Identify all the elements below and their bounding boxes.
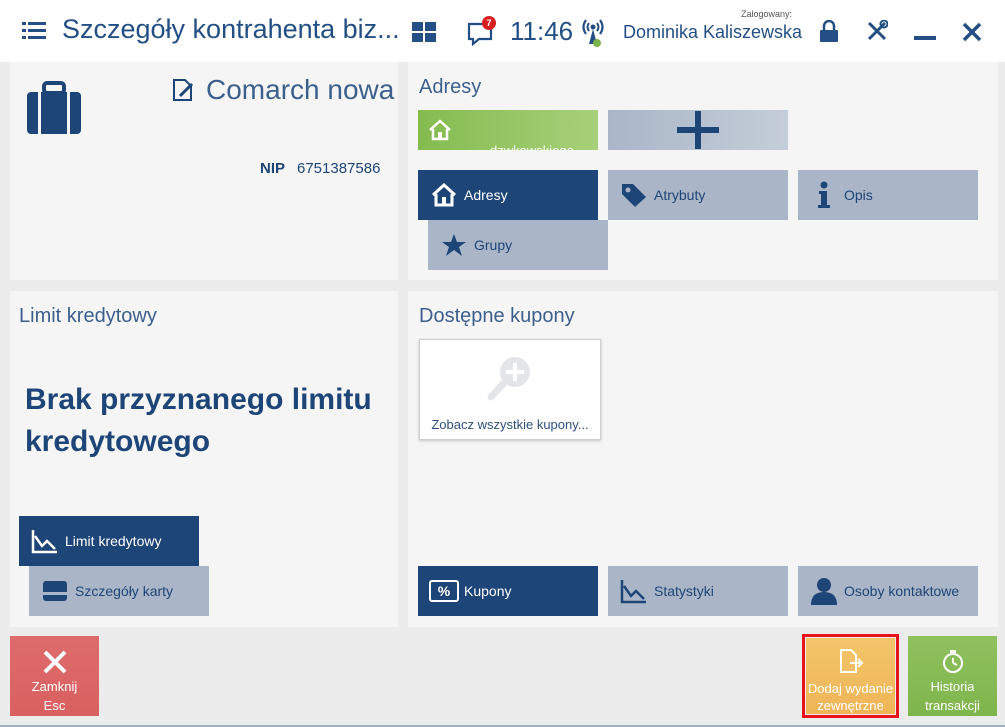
page-title: Szczegóły kontrahenta biz...	[62, 14, 400, 44]
lock-icon[interactable]	[818, 20, 840, 42]
clock: 11:46	[510, 16, 574, 46]
address-tile-text: dzwkowskiego	[490, 143, 574, 150]
nip-value: 6751387586	[297, 160, 381, 177]
home-icon	[426, 183, 462, 207]
edit-icon[interactable]	[171, 77, 197, 103]
tile-label: Osoby kontaktowe	[844, 583, 960, 599]
briefcase-icon	[27, 81, 81, 134]
tag-icon	[616, 182, 652, 208]
tile-label: Opis	[844, 187, 873, 203]
tile-label: Statystyki	[654, 583, 714, 599]
address-tile[interactable]: dzwkowskiego	[418, 110, 598, 150]
home-icon	[428, 119, 452, 141]
connection-icon[interactable]	[580, 16, 606, 48]
info-icon	[806, 181, 842, 209]
tile-label: Szczegóły karty	[75, 583, 174, 599]
tile-opis[interactable]: Opis	[798, 170, 978, 220]
menu-icon[interactable]	[22, 22, 46, 40]
addresses-panel: Adresy dzwkowskiego Adresy Atrybuty	[408, 62, 998, 280]
see-all-coupons-label: Zobacz wszystkie kupony...	[431, 417, 589, 432]
credit-panel: Limit kredytowy Brak przyznanego limitu …	[10, 291, 398, 627]
tile-kupony[interactable]: % Kupony	[418, 566, 598, 616]
logged-in-label: Zalogowany:	[741, 9, 793, 19]
tools-icon[interactable]	[866, 20, 888, 42]
header-bar: Szczegóły kontrahenta biz... 7 11:46 Zal…	[0, 0, 1005, 62]
history-label-line1: Historia	[930, 679, 975, 694]
tile-atrybuty[interactable]: Atrybuty	[608, 170, 788, 220]
add-external-issue-button[interactable]: Dodaj wydanie zewnętrzne	[806, 638, 895, 714]
credit-message: Brak przyznanego limitu kredytowego	[25, 383, 372, 458]
addresses-title: Adresy	[419, 76, 482, 98]
nip-label: NIP	[260, 160, 286, 177]
close-button[interactable]: Zamknij Esc	[10, 636, 99, 716]
tile-szczegoly-karty[interactable]: Szczegóły karty	[29, 566, 209, 616]
close-label-line1: Zamknij	[31, 679, 78, 694]
credit-title: Limit kredytowy	[19, 305, 157, 327]
zoom-in-icon	[485, 353, 535, 403]
chart-icon	[27, 528, 63, 554]
history-label-line2: transakcji	[925, 698, 980, 713]
percent-icon: %	[426, 580, 462, 602]
add-label-line2: zewnętrzne	[817, 698, 884, 713]
tile-label: Kupony	[464, 583, 512, 599]
svg-text:%: %	[438, 583, 451, 599]
add-address-button[interactable]	[608, 110, 788, 150]
card-icon	[37, 580, 73, 602]
tile-osoby-kontaktowe[interactable]: Osoby kontaktowe	[798, 566, 978, 616]
person-icon	[806, 577, 842, 605]
notification-badge: 7	[482, 16, 496, 30]
tile-label: Atrybuty	[654, 187, 706, 203]
company-panel: Comarch nowa NIP 6751387586	[10, 62, 398, 280]
coupons-panel: Dostępne kupony Zobacz wszystkie kupony.…	[408, 291, 998, 627]
grid-view-icon[interactable]	[412, 22, 436, 42]
chart-icon	[616, 578, 652, 604]
stopwatch-icon	[940, 649, 966, 675]
plus-icon	[677, 111, 719, 149]
close-icon	[43, 650, 67, 674]
tile-label: Grupy	[474, 237, 513, 253]
company-name: Comarch nowa	[206, 74, 395, 105]
see-all-coupons-button[interactable]: Zobacz wszystkie kupony...	[419, 339, 601, 440]
tile-statystyki[interactable]: Statystyki	[608, 566, 788, 616]
close-icon[interactable]	[962, 22, 982, 42]
tile-label: Limit kredytowy	[65, 533, 162, 549]
tile-label: Adresy	[464, 187, 508, 203]
close-label-line2: Esc	[43, 698, 66, 713]
tile-adresy[interactable]: Adresy	[418, 170, 598, 220]
coupons-title: Dostępne kupony	[419, 305, 575, 327]
tile-grupy[interactable]: Grupy	[428, 220, 608, 270]
document-export-icon	[838, 648, 864, 674]
transaction-history-button[interactable]: Historia transakcji	[908, 636, 997, 716]
minimize-icon[interactable]	[914, 36, 936, 40]
user-name[interactable]: Dominika Kaliszewska	[623, 22, 802, 43]
star-icon	[436, 233, 472, 257]
tile-limit-kredytowy[interactable]: Limit kredytowy	[19, 516, 199, 566]
